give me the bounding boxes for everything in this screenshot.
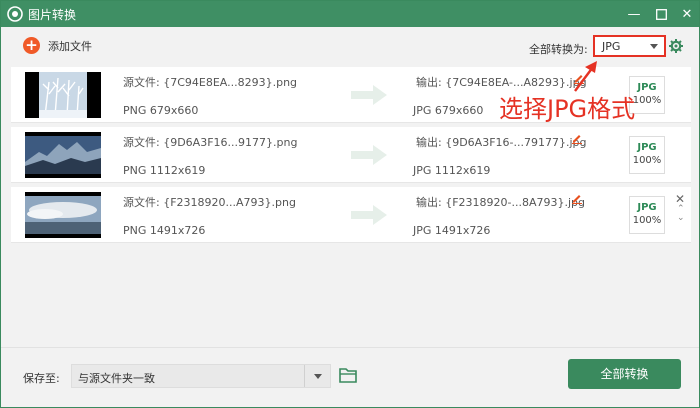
convert-all-button[interactable]: 全部转换 xyxy=(568,359,681,389)
footer-bar: 保存至: 与源文件夹一致 全部转换 xyxy=(1,347,699,407)
gear-icon[interactable] xyxy=(669,39,683,53)
arrow-right-icon xyxy=(351,85,387,105)
dropdown-divider xyxy=(304,365,305,387)
thumbnail-mountains xyxy=(25,132,101,178)
source-info: PNG 1112x619 xyxy=(123,164,206,177)
output-info: JPG 679x660 xyxy=(413,104,484,117)
reorder-chevrons-icon[interactable]: ⌃ ⌄ xyxy=(677,205,685,223)
arrow-right-icon xyxy=(351,145,387,165)
thumbnail-cloudscape xyxy=(25,192,101,238)
output-info: JPG 1112x619 xyxy=(413,164,491,177)
chevron-down-icon xyxy=(650,44,658,49)
source-filename: 源文件: {F2318920...A793}.png xyxy=(123,196,296,209)
format-value: JPG xyxy=(602,40,621,53)
status-badge: JPG 100% xyxy=(629,196,665,234)
app-window: 图片转换 — ✕ + 添加文件 全部转换为: JPG 源文件: {7C94E8E… xyxy=(0,0,700,408)
annotation-arrow-icon xyxy=(574,61,597,92)
output-filename: 输出: {F2318920-...8A793}.jpg xyxy=(416,196,586,209)
badge-progress: 100% xyxy=(632,215,662,226)
add-file-label: 添加文件 xyxy=(48,39,92,53)
file-row[interactable]: 源文件: {F2318920...A793}.png PNG 1491x726 … xyxy=(11,187,691,243)
format-dropdown[interactable]: JPG xyxy=(593,35,666,57)
source-info: PNG 679x660 xyxy=(123,104,199,117)
source-filename: 源文件: {7C94E8EA...8293}.png xyxy=(123,76,298,89)
badge-format: JPG xyxy=(637,202,657,213)
close-icon[interactable]: ✕ xyxy=(678,5,696,23)
source-filename: 源文件: {9D6A3F16...9177}.png xyxy=(123,136,298,149)
chevron-down-icon xyxy=(314,374,322,379)
window-title: 图片转换 xyxy=(28,8,77,22)
maximize-icon[interactable] xyxy=(652,5,670,23)
file-row[interactable]: 源文件: {9D6A3F16...9177}.png PNG 1112x619 … xyxy=(11,127,691,183)
badge-format: JPG xyxy=(637,142,657,153)
plus-icon: + xyxy=(23,37,40,54)
output-filename: 输出: {7C94E8EA-...A8293}.jpg xyxy=(416,76,587,89)
arrow-right-icon xyxy=(351,205,387,225)
title-bar: 图片转换 — ✕ xyxy=(1,1,699,27)
folder-icon[interactable] xyxy=(339,367,357,383)
output-info: JPG 1491x726 xyxy=(413,224,491,237)
badge-progress: 100% xyxy=(632,155,662,166)
app-logo-icon xyxy=(7,6,23,22)
save-to-label: 保存至: xyxy=(23,372,60,385)
minimize-icon[interactable]: — xyxy=(625,5,643,23)
output-filename: 输出: {9D6A3F16-...79177}.jpg xyxy=(416,136,587,149)
source-info: PNG 1491x726 xyxy=(123,224,206,237)
convert-to-label: 全部转换为: xyxy=(529,43,588,56)
edit-icon[interactable] xyxy=(571,132,583,144)
thumbnail-winter-trees xyxy=(25,72,101,118)
add-file-button[interactable]: + 添加文件 xyxy=(23,37,92,54)
annotation-text: 选择JPG格式 xyxy=(499,95,636,123)
edit-icon[interactable] xyxy=(571,192,583,204)
save-location-dropdown[interactable]: 与源文件夹一致 xyxy=(71,364,331,388)
status-badge: JPG 100% xyxy=(629,136,665,174)
save-location-value: 与源文件夹一致 xyxy=(78,372,155,385)
